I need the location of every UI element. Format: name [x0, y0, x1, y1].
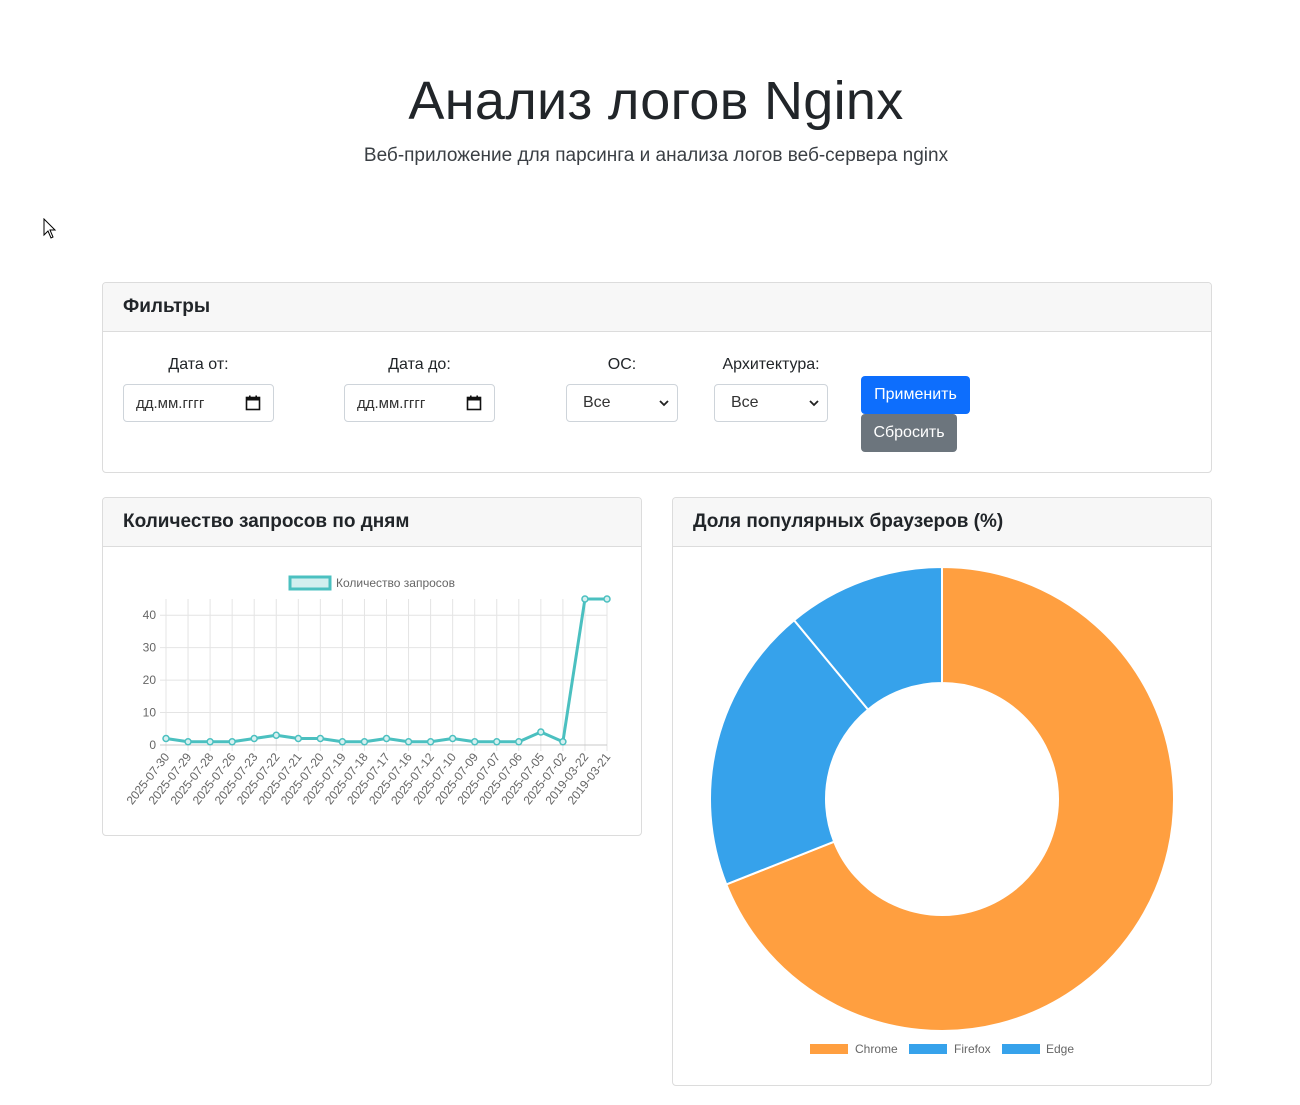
mouse-cursor-icon	[43, 218, 57, 239]
requests-chart-title: Количество запросов по дням	[103, 498, 641, 547]
data-point	[537, 728, 545, 736]
data-point	[515, 738, 523, 746]
legend-label-chrome: Chrome	[855, 1042, 898, 1056]
data-point	[294, 734, 303, 743]
chevron-down-icon	[659, 400, 669, 407]
data-point	[250, 734, 258, 743]
data-point	[448, 734, 457, 743]
browser-donut-chart: Chrome Firefox Edge	[709, 565, 1175, 1056]
filters-card: Фильтры Дата от: дд.мм.гггг Дата до: дд.…	[102, 282, 1212, 473]
data-point	[206, 738, 214, 746]
date-to-input[interactable]: дд.мм.гггг	[344, 384, 495, 422]
data-point	[404, 738, 413, 746]
requests-line-chart: Количество запросов0102030402025-07-3020…	[124, 575, 614, 807]
reset-button[interactable]: Сбросить	[861, 414, 957, 452]
data-point	[272, 731, 280, 740]
data-point	[559, 738, 567, 746]
legend-swatch-firefox	[909, 1044, 947, 1054]
data-point	[581, 595, 589, 603]
apply-button[interactable]: Применить	[861, 376, 970, 414]
y-tick-label: 40	[143, 608, 157, 622]
data-point	[382, 734, 391, 743]
arch-selected-value: Все	[731, 394, 759, 411]
date-from-label: Дата от:	[168, 356, 229, 373]
page-subtitle: Веб-приложение для парсинга и анализа ло…	[363, 145, 949, 166]
data-point	[162, 734, 170, 743]
data-point	[228, 738, 236, 746]
y-tick-label: 0	[149, 738, 156, 752]
arch-label: Архитектура:	[722, 356, 820, 373]
data-point	[426, 738, 435, 746]
os-label: ОС:	[607, 356, 637, 373]
date-to-group: Дата до: дд.мм.гггг	[344, 354, 495, 422]
calendar-icon[interactable]	[466, 395, 482, 411]
date-from-input[interactable]: дд.мм.гггг	[123, 384, 274, 422]
os-selected-value: Все	[583, 394, 611, 411]
legend-label-edge: Edge	[1046, 1042, 1074, 1056]
os-group: ОС: Все	[566, 354, 678, 422]
legend: Chrome Firefox Edge	[810, 1042, 1074, 1056]
date-to-value: дд.мм.гггг	[357, 394, 426, 412]
y-tick-label: 20	[143, 673, 157, 687]
date-from-group: Дата от: дд.мм.гггг	[123, 354, 274, 422]
data-point	[603, 595, 611, 603]
data-point	[470, 738, 479, 746]
arch-group: Архитектура: Все	[714, 354, 828, 422]
y-tick-label: 10	[143, 706, 157, 720]
data-point	[493, 738, 501, 746]
date-from-value: дд.мм.гггг	[136, 394, 205, 412]
requests-per-day-card: Количество запросов по дням Количество з…	[102, 497, 642, 836]
legend-swatch	[288, 575, 332, 591]
data-point	[338, 738, 347, 746]
legend-swatch-edge	[1002, 1044, 1040, 1054]
arch-select[interactable]: Все	[714, 384, 828, 422]
browser-chart-title: Доля популярных браузеров (%)	[673, 498, 1211, 547]
y-tick-label: 30	[143, 641, 157, 655]
os-select[interactable]: Все	[566, 384, 678, 422]
legend-label: Количество запросов	[336, 576, 455, 590]
page-title: Анализ логов Nginx	[408, 71, 904, 131]
data-point	[360, 738, 369, 746]
legend: Количество запросов	[288, 575, 455, 591]
date-to-label: Дата до:	[388, 356, 451, 373]
calendar-icon[interactable]	[245, 395, 261, 411]
chevron-down-icon	[809, 400, 819, 407]
data-point	[316, 734, 325, 743]
legend-label-firefox: Firefox	[954, 1042, 991, 1056]
data-point	[184, 738, 192, 746]
legend-swatch-chrome	[810, 1044, 848, 1054]
browser-share-card: Доля популярных браузеров (%) Chrome Fire…	[672, 497, 1212, 1086]
filters-title: Фильтры	[103, 283, 1211, 332]
